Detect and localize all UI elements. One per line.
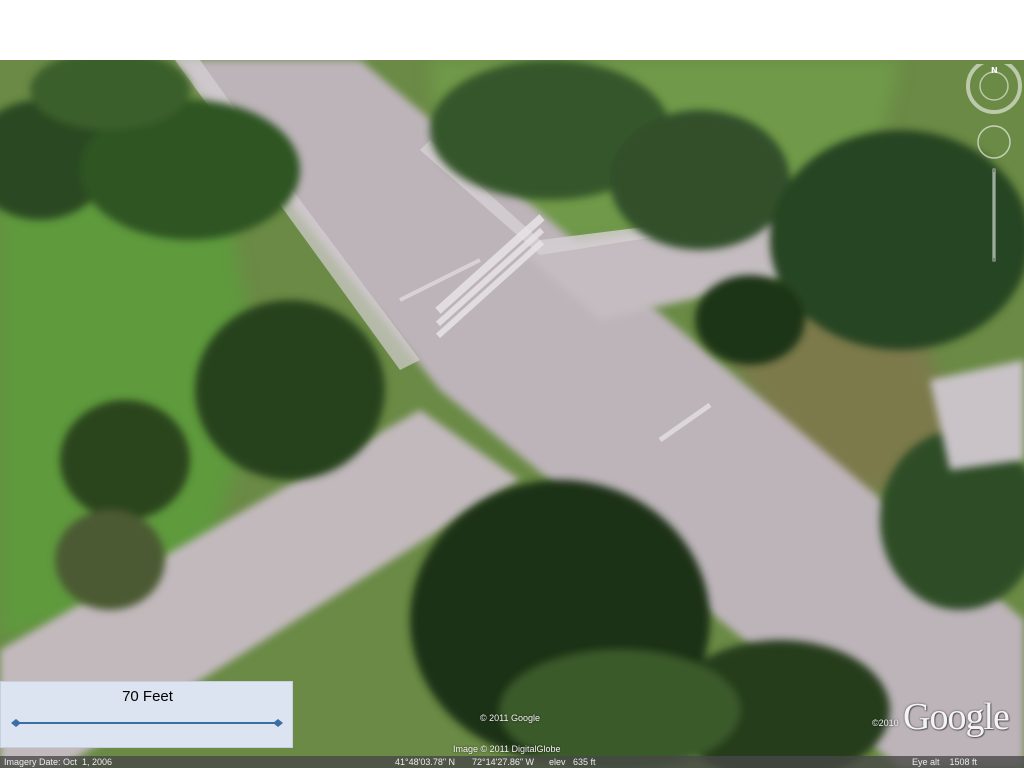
satellite-map-view[interactable]: N 70 Feet © 2011 Google Image © 2011 Dig… [0, 60, 1024, 768]
google-logo: Google [903, 696, 1010, 738]
scale-label: 70 Feet [122, 688, 173, 705]
status-bar: Imagery Date: Oct 1, 2006 41°48'03.78" N… [0, 756, 1024, 768]
imagery-copyright: Image © 2011 DigitalGlobe [453, 744, 561, 754]
logo-year: ©2010 [872, 718, 899, 728]
map-copyright: © 2011 Google [480, 713, 541, 723]
elevation-readout: elev 635 ft [549, 757, 596, 767]
compass-north-label: N [991, 66, 998, 75]
aerial-imagery [0, 60, 1024, 768]
scale-legend[interactable]: 70 Feet [0, 681, 293, 748]
imagery-date: Imagery Date: Oct 1, 2006 [4, 757, 113, 767]
look-joystick-icon[interactable] [977, 125, 1011, 159]
navigation-controls[interactable]: N [960, 60, 1024, 264]
scale-arrow-icon [11, 719, 283, 727]
latitude-readout: 41°48'03.78" N [395, 757, 456, 767]
slide-title-band [0, 0, 1024, 60]
eye-altitude-readout: Eye alt 1508 ft [912, 757, 978, 767]
longitude-readout: 72°14'27.86" W [472, 757, 535, 767]
zoom-slider-icon[interactable] [992, 168, 996, 262]
